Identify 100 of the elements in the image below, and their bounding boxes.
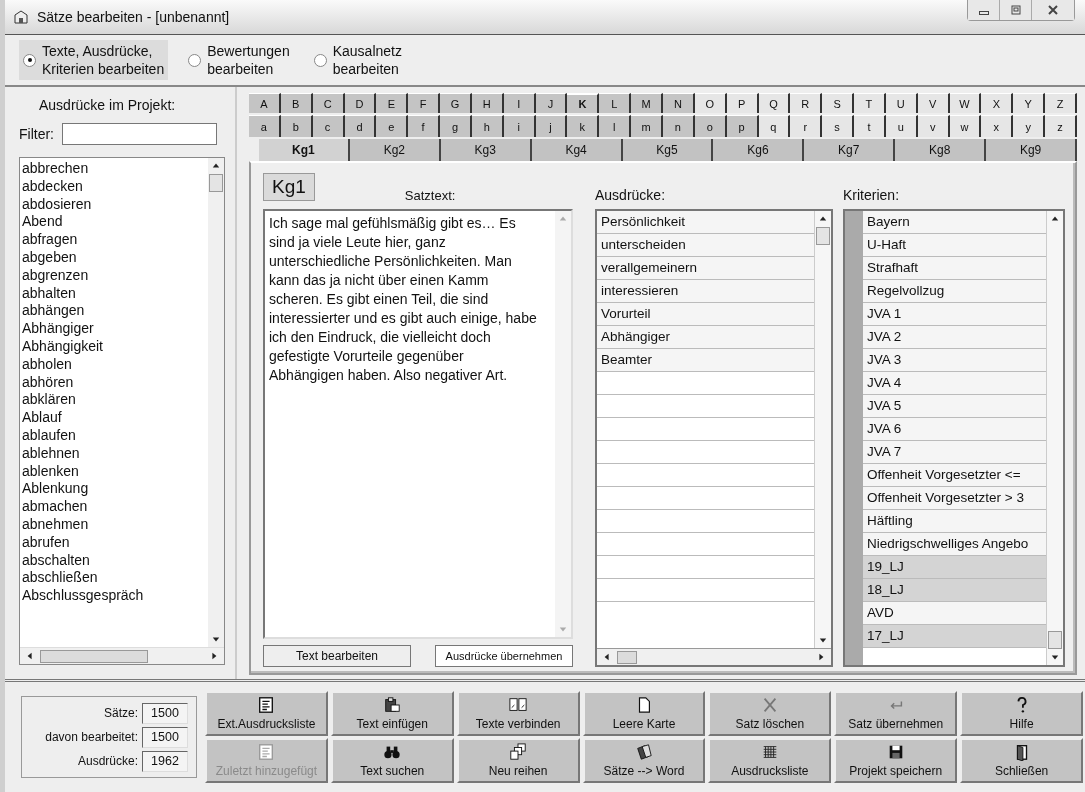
letter-tab[interactable]: u [885, 115, 918, 137]
toolbar-button[interactable]: Text suchen [330, 738, 454, 783]
right-arrow-icon[interactable] [210, 652, 218, 660]
right-arrow-icon[interactable] [817, 653, 825, 661]
letter-tab[interactable]: r [790, 115, 823, 137]
list-item[interactable]: abklären [22, 391, 206, 410]
letter-tab[interactable]: Y [1013, 93, 1046, 113]
list-item[interactable]: ablehnen [22, 444, 206, 463]
letter-tab[interactable]: R [790, 93, 823, 113]
letter-tab[interactable]: y [1013, 115, 1046, 137]
criterion-cell[interactable]: AVD [863, 602, 1046, 625]
sentence-text-area[interactable]: Ich sage mal gefühlsmäßig gibt es… Es sind ja viele Leute hier, ganz unterschiedliche Persönlichkeiten. Man kann das ja nicht über einen Kamm scheren. Es gibt einen Teil, die sind interessierter und es gibt auch einige, habe ich den Eindruck, die vielleicht doch gefestigte Vorurteile gegenüber Abhängigen haben. Also negativer Art. [263, 209, 573, 639]
letter-tab[interactable]: I [503, 93, 536, 113]
letter-tab[interactable]: a [249, 115, 281, 137]
criterion-cell[interactable]: Regelvollzug [863, 280, 1046, 303]
up-arrow-icon[interactable] [1051, 215, 1059, 223]
letter-tab[interactable]: j [535, 115, 568, 137]
card-tab[interactable]: Kg1 [259, 139, 350, 161]
list-item[interactable]: abschließen [22, 569, 206, 588]
list-item[interactable]: abgrenzen [22, 266, 206, 285]
criterion-cell[interactable]: JVA 6 [863, 418, 1046, 441]
letter-tab[interactable]: x [981, 115, 1014, 137]
list-item[interactable]: abdecken [22, 177, 206, 196]
letter-tab[interactable]: B [280, 93, 313, 113]
expression-list[interactable] [19, 157, 225, 665]
letter-tab[interactable]: v [917, 115, 950, 137]
letter-tab[interactable]: m [631, 115, 663, 137]
letter-tab[interactable]: k [567, 115, 600, 137]
card-tab[interactable]: Kg8 [895, 139, 987, 161]
toolbar-button[interactable]: Satz löschen [708, 691, 832, 736]
letter-tab[interactable]: O [694, 93, 727, 113]
scroll-thumb[interactable] [1048, 631, 1062, 649]
criterion-cell[interactable]: Häftling [863, 510, 1046, 533]
list-item[interactable]: abmachen [22, 498, 206, 516]
list-item[interactable]: abdosieren [22, 195, 206, 214]
scrollbar[interactable] [1046, 211, 1063, 665]
criterion-cell[interactable]: 18_LJ [863, 579, 1046, 602]
letter-tab[interactable]: Z [1045, 93, 1077, 113]
letter-tab[interactable]: V [917, 93, 950, 113]
left-arrow-icon[interactable] [26, 652, 34, 660]
list-item[interactable]: ablaufen [22, 426, 206, 445]
list-item[interactable]: Ablenkung [22, 480, 206, 499]
mode-radio[interactable]: Bewertungen bearbeiten [184, 40, 294, 80]
letter-tab[interactable]: e [376, 115, 409, 137]
scroll-thumb[interactable] [816, 227, 830, 245]
criterion-cell[interactable]: JVA 1 [863, 303, 1046, 326]
letter-tab[interactable]: d [344, 115, 377, 137]
left-arrow-icon[interactable] [603, 653, 611, 661]
toolbar-button[interactable]: Sätze --> Word [582, 738, 706, 783]
list-item[interactable]: abhören [22, 373, 206, 392]
card-tab[interactable]: Kg7 [804, 139, 896, 161]
criterion-cell[interactable]: 17_LJ [863, 625, 1046, 648]
letter-tab[interactable]: c [312, 115, 345, 137]
up-arrow-icon[interactable] [212, 162, 220, 170]
card-tab[interactable]: Kg9 [986, 139, 1077, 161]
scrollbar[interactable] [208, 158, 224, 647]
up-arrow-icon[interactable] [819, 215, 827, 223]
letter-tab[interactable]: g [440, 115, 472, 137]
letter-tab[interactable]: X [981, 93, 1014, 113]
letter-tab[interactable]: h [471, 115, 504, 137]
mode-radio[interactable]: Kausalnetz bearbeiten [309, 40, 406, 80]
letter-tab[interactable]: t [854, 115, 886, 137]
down-arrow-icon[interactable] [212, 635, 220, 643]
list-item[interactable]: abhängen [22, 302, 206, 321]
criterion-cell[interactable]: JVA 3 [863, 349, 1046, 372]
letter-tab[interactable]: Q [758, 93, 791, 113]
list-item[interactable]: abgeben [22, 249, 206, 267]
minimize-button[interactable] [968, 0, 1000, 20]
toolbar-button[interactable]: Ausdrucksliste [708, 738, 832, 783]
list-item[interactable]: abschalten [22, 551, 206, 570]
letter-tab[interactable]: E [376, 93, 409, 113]
letter-tab[interactable]: S [822, 93, 855, 113]
criterion-cell[interactable]: Strafhaft [863, 257, 1046, 280]
letter-tab[interactable]: p [726, 115, 759, 137]
list-item[interactable]: Abend [22, 213, 206, 232]
expressions-grid[interactable]: Persönlichkeit unterscheiden verallgemeinern interessieren Vorurteil Abhängiger Beamter [595, 209, 833, 667]
list-item[interactable]: ablenken [22, 462, 206, 481]
expression-cell[interactable]: Vorurteil [597, 303, 814, 326]
toolbar-button[interactable]: Ext.Ausdrucksliste [205, 691, 328, 736]
card-tab[interactable]: Kg4 [531, 139, 623, 161]
list-item[interactable]: abhalten [22, 284, 206, 303]
apply-expressions-button[interactable]: Ausdrücke übernehmen [435, 645, 573, 667]
letter-tab[interactable]: K [567, 93, 600, 113]
letter-tab[interactable]: U [885, 93, 918, 113]
toolbar-button[interactable]: Texte verbinden [456, 691, 580, 736]
letter-tab[interactable]: D [344, 93, 377, 113]
toolbar-button[interactable]: Neu reihen [456, 738, 580, 783]
letter-tab[interactable]: b [280, 115, 313, 137]
criterion-cell[interactable]: U-Haft [863, 234, 1046, 257]
criteria-grid[interactable]: Bayern U-Haft Strafhaft Regelvollzug JVA 1 JVA 2 JVA 3 JVA 4 JVA 5 JVA 6 JVA 7 Offenheit Vorgesetzter <= Offenheit Vorgesetzter > 3 Häftling Niedrigschwelliges Angebo 19_LJ 18_LJ AVD 17_LJ [843, 209, 1065, 667]
criterion-cell[interactable]: Bayern [863, 211, 1046, 234]
toolbar-button[interactable]: Schließen [960, 738, 1083, 783]
letter-tab[interactable]: w [949, 115, 982, 137]
letter-tab[interactable]: o [694, 115, 727, 137]
card-tab[interactable]: Kg6 [713, 139, 805, 161]
list-item[interactable]: abnehmen [22, 515, 206, 534]
expression-cell[interactable]: interessieren [597, 280, 814, 303]
criterion-cell[interactable]: JVA 5 [863, 395, 1046, 418]
letter-tab[interactable]: i [503, 115, 536, 137]
letter-tab[interactable]: q [758, 115, 791, 137]
